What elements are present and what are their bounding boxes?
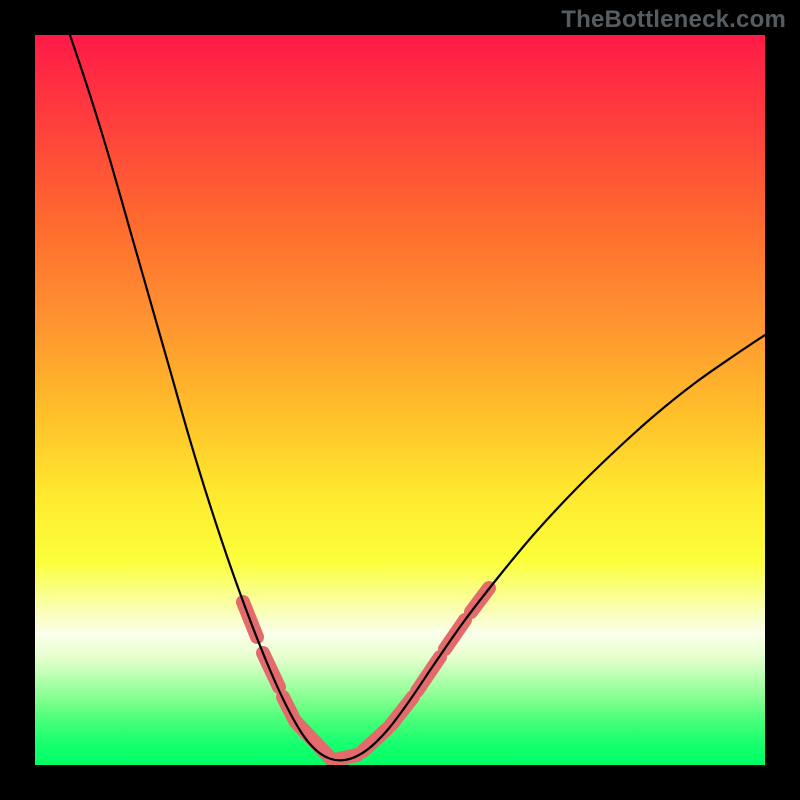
plot-area: [35, 35, 765, 765]
chart-svg: [35, 35, 765, 765]
bottleneck-curve: [70, 35, 765, 760]
outer-frame: TheBottleneck.com: [0, 0, 800, 800]
marker-layer: [243, 588, 489, 760]
marker-segment: [295, 721, 331, 759]
attribution-text: TheBottleneck.com: [561, 6, 786, 34]
marker-segment: [363, 729, 387, 751]
